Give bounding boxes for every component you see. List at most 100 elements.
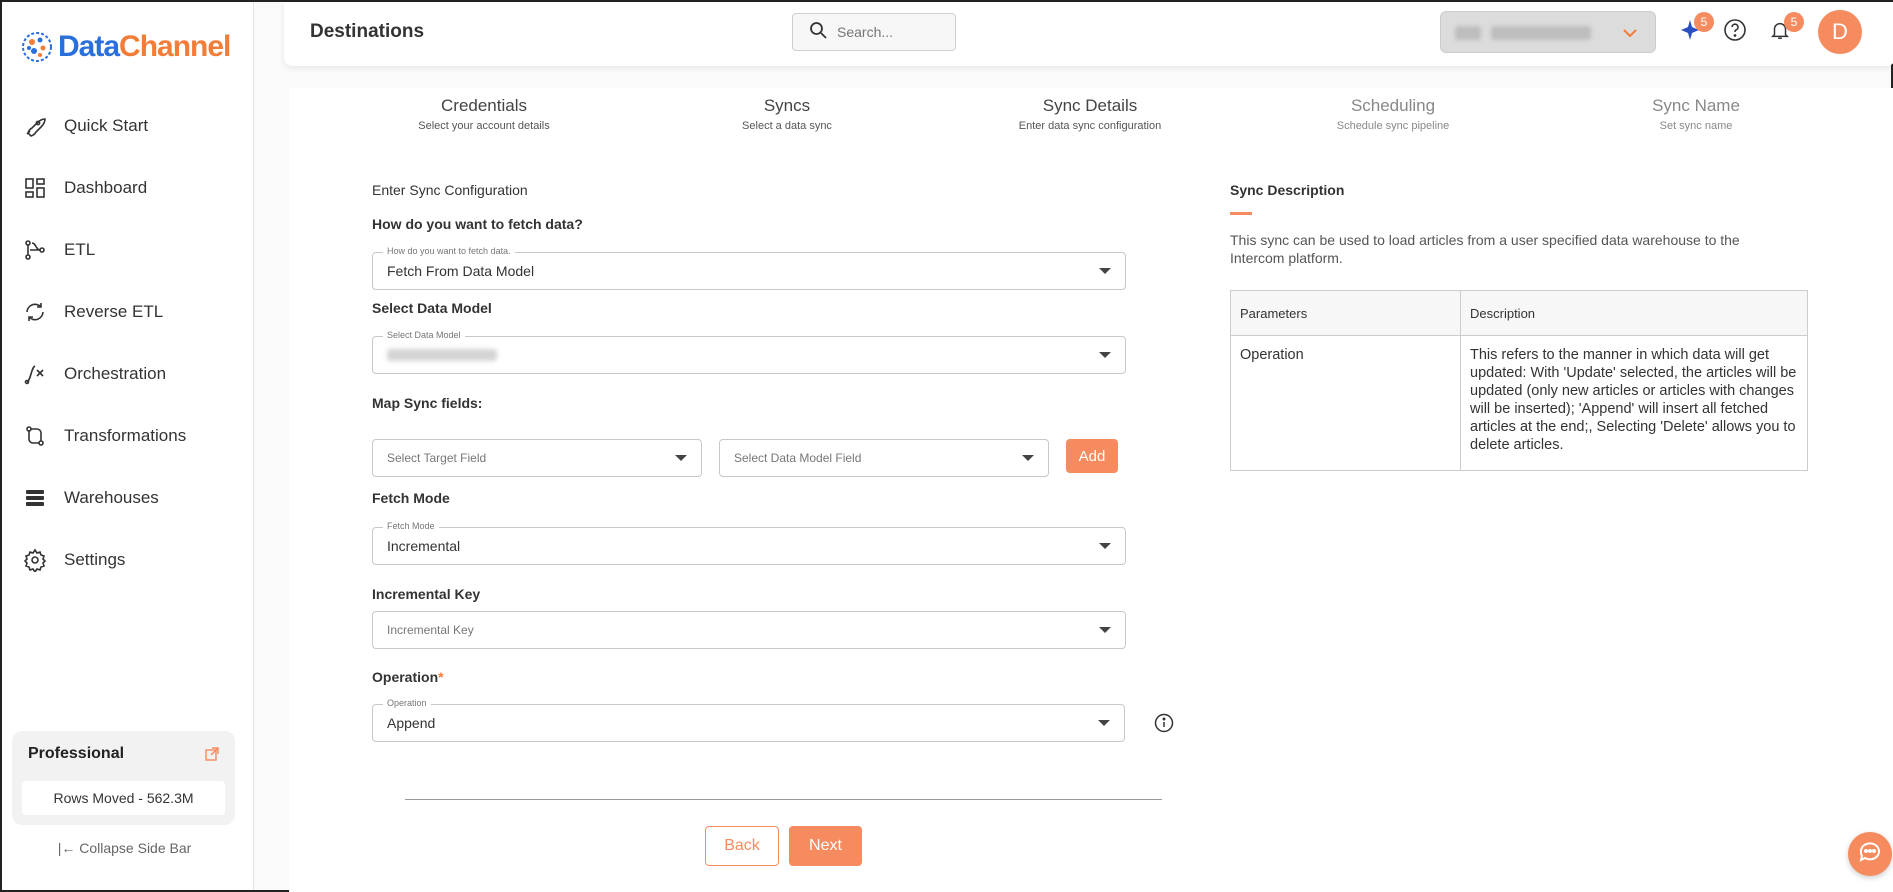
- step-title: Syncs: [763, 96, 811, 115]
- map-fields-label: Map Sync fields:: [372, 395, 483, 411]
- transformations-icon: [22, 423, 48, 449]
- caret-down-icon: [1098, 720, 1110, 726]
- data-model-field-select[interactable]: Select Data Model Field: [719, 439, 1049, 477]
- step-sync-name[interactable]: Sync Name Set sync name: [1576, 96, 1816, 132]
- etl-icon: [22, 237, 48, 263]
- reverse-etl-icon: [22, 299, 48, 325]
- datachannel-logo[interactable]: DataChannel: [20, 30, 231, 64]
- step-sync-details[interactable]: Sync Details Enter data sync configurati…: [970, 96, 1210, 132]
- operation-select[interactable]: Operation Append: [372, 698, 1125, 742]
- fetch-method-value: Fetch From Data Model: [387, 263, 535, 279]
- data-model-value-redacted: [387, 349, 497, 361]
- fetch-mode-select[interactable]: Fetch Mode Incremental: [372, 521, 1126, 565]
- sidebar-item-label: Quick Start: [64, 116, 149, 135]
- caret-down-icon: [1099, 543, 1111, 549]
- plan-card: Professional Rows Moved - 562.3M: [12, 731, 235, 825]
- operation-label-text: Operation: [372, 669, 439, 685]
- title-underline: [1230, 212, 1252, 215]
- incremental-key-select[interactable]: Incremental Key: [372, 611, 1126, 649]
- rocket-icon: [22, 113, 48, 139]
- caret-down-icon: [1099, 627, 1111, 633]
- info-icon[interactable]: [1154, 713, 1174, 738]
- help-icon: [1723, 18, 1747, 47]
- sidebar-item-label: Reverse ETL: [64, 302, 164, 321]
- step-title: Sync Name: [1652, 96, 1740, 115]
- workspace-select[interactable]: [1440, 11, 1656, 53]
- sidebar-item-label: Settings: [64, 550, 126, 569]
- operation-value: Append: [387, 715, 436, 731]
- step-title: Scheduling: [1350, 96, 1436, 115]
- sidebar-item-dashboard[interactable]: Dashboard: [2, 157, 254, 219]
- step-subtitle: Schedule sync pipeline: [1336, 120, 1450, 132]
- sidebar-item-reverse-etl[interactable]: Reverse ETL: [2, 281, 254, 343]
- ai-sparkle-button[interactable]: 5: [1676, 12, 1714, 46]
- sidebar-item-orchestration[interactable]: Orchestration: [2, 343, 254, 405]
- fetch-mode-float-label: Fetch Mode: [383, 521, 439, 531]
- data-model-field-placeholder: Select Data Model Field: [734, 451, 862, 465]
- incremental-key-placeholder: Incremental Key: [387, 623, 474, 637]
- caret-down-icon: [1099, 268, 1111, 274]
- target-field-select[interactable]: Select Target Field: [372, 439, 702, 477]
- data-model-select[interactable]: Select Data Model: [372, 330, 1126, 374]
- page-title: Destinations: [310, 21, 425, 42]
- form-heading: Enter Sync Configuration: [372, 182, 528, 198]
- logo-text-channel: Channel: [119, 30, 231, 63]
- notifications-button[interactable]: 5: [1766, 12, 1804, 46]
- step-subtitle: Select a data sync: [742, 120, 832, 132]
- table-header-row: Parameters Description: [1230, 290, 1808, 336]
- sync-description-title: Sync Description: [1230, 182, 1345, 198]
- sync-description-text: This sync can be used to load articles f…: [1230, 232, 1740, 266]
- help-button[interactable]: [1721, 18, 1749, 46]
- collapse-sidebar-label: Collapse Side Bar: [79, 840, 192, 856]
- sidebar-item-label: Transformations: [64, 426, 187, 445]
- step-syncs[interactable]: Syncs Select a data sync: [667, 96, 907, 132]
- search-icon: [809, 21, 827, 44]
- sidebar-item-label: Dashboard: [64, 178, 148, 197]
- chat-bubble-icon: [1857, 839, 1883, 870]
- caret-down-icon: [1099, 352, 1111, 358]
- operation-float-label: Operation: [383, 698, 431, 708]
- step-scheduling[interactable]: Scheduling Schedule sync pipeline: [1273, 96, 1513, 132]
- rows-moved-value: Rows Moved - 562.3M: [22, 781, 225, 815]
- table-row: Operation This refers to the manner in w…: [1230, 335, 1808, 471]
- notifications-badge: 5: [1784, 12, 1804, 32]
- avatar[interactable]: D: [1818, 10, 1862, 54]
- operation-label: Operation*: [372, 669, 444, 685]
- step-credentials[interactable]: Credentials Select your account details: [364, 96, 604, 132]
- search-box[interactable]: [792, 13, 956, 51]
- dashboard-icon: [22, 175, 48, 201]
- top-header: Destinations 5 5 D: [284, 2, 1893, 66]
- step-title: Credentials: [441, 96, 527, 115]
- sidebar-item-settings[interactable]: Settings: [2, 529, 254, 591]
- form-divider: [405, 799, 1162, 800]
- ai-badge: 5: [1694, 12, 1714, 32]
- external-link-icon[interactable]: [205, 747, 219, 766]
- add-mapping-button[interactable]: Add: [1066, 439, 1118, 473]
- search-input[interactable]: [837, 24, 947, 40]
- collapse-sidebar-button[interactable]: |← Collapse Side Bar: [2, 840, 247, 856]
- sidebar: DataChannel Quick Start Dashboard ETL Re…: [2, 2, 254, 890]
- table-cell: This refers to the manner in which data …: [1460, 335, 1808, 471]
- table-cell: Operation: [1230, 335, 1461, 471]
- logo-text-data: Data: [58, 30, 120, 63]
- back-button[interactable]: Back: [705, 826, 779, 866]
- incremental-key-label: Incremental Key: [372, 586, 481, 602]
- fetch-float-label: How do you want to fetch data.: [383, 246, 515, 256]
- sidebar-item-quick-start[interactable]: Quick Start: [2, 95, 254, 157]
- fetch-mode-label: Fetch Mode: [372, 490, 450, 506]
- caret-down-icon: [675, 455, 687, 461]
- orchestration-icon: [22, 361, 48, 387]
- sidebar-item-warehouses[interactable]: Warehouses: [2, 467, 254, 529]
- workspace-name-redacted: [1491, 26, 1591, 40]
- fetch-method-select[interactable]: How do you want to fetch data. Fetch Fro…: [372, 246, 1126, 290]
- sidebar-item-label: ETL: [64, 240, 96, 259]
- sidebar-item-etl[interactable]: ETL: [2, 219, 254, 281]
- sidebar-item-transformations[interactable]: Transformations: [2, 405, 254, 467]
- step-title: Sync Details: [1042, 96, 1138, 115]
- warehouses-icon: [22, 485, 48, 511]
- chat-button[interactable]: [1848, 832, 1892, 876]
- next-button[interactable]: Next: [789, 826, 862, 866]
- parameters-table: Parameters Description Operation This re…: [1230, 290, 1808, 471]
- fetch-mode-value: Incremental: [387, 538, 461, 554]
- logo-text: DataChannel: [58, 30, 231, 64]
